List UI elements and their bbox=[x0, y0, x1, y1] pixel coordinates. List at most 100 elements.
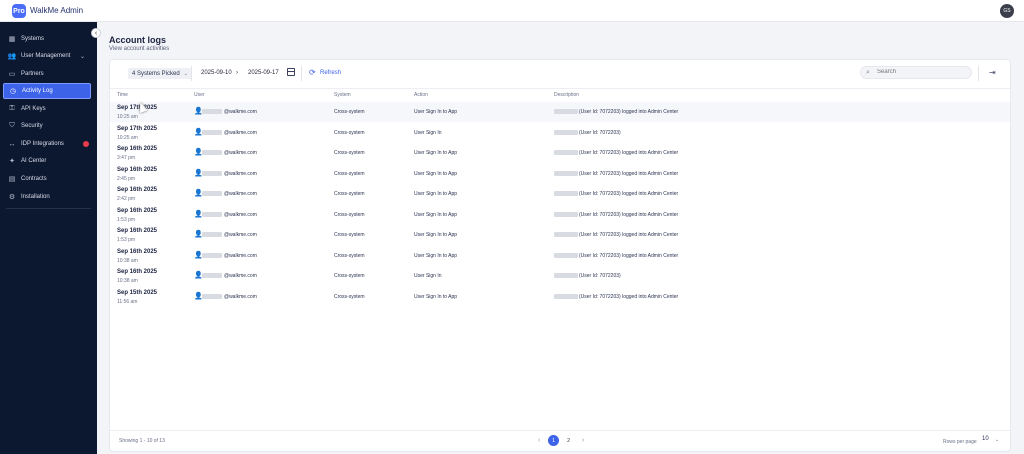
table-row[interactable]: Sep 16th 2025 1:53 pm 👤 @walkme.com Cross-sy… bbox=[110, 205, 1010, 225]
log-action: User Sign In bbox=[414, 129, 442, 136]
column-header-user[interactable]: User bbox=[194, 92, 205, 98]
sidebar-item-systems[interactable]: ▦ Systems bbox=[3, 31, 91, 47]
column-header-description[interactable]: Description bbox=[554, 92, 579, 98]
sidebar-item-label: Partners bbox=[21, 71, 44, 77]
log-system: Cross-system bbox=[334, 232, 365, 238]
refresh-button[interactable]: Refresh bbox=[320, 70, 341, 76]
sidebar-item-security[interactable]: ⛉ Security bbox=[3, 118, 91, 134]
column-header-action[interactable]: Action bbox=[414, 92, 428, 98]
top-bar: Pro WalkMe Admin GS bbox=[0, 0, 1024, 22]
log-user: @walkme.com bbox=[224, 170, 257, 177]
table-row[interactable]: Sep 17th 2025 10:25 am 👤 @walkme.com Cross-s… bbox=[110, 102, 1010, 122]
redacted-username bbox=[202, 273, 222, 278]
log-description: (User Id: 7072203) logged into Admin Cen… bbox=[579, 170, 679, 177]
log-user: @walkme.com bbox=[224, 150, 257, 156]
log-system: Cross-system bbox=[334, 109, 365, 115]
sidebar: ▦ Systems 👥 User Management ⌄ ▭ Partners ◷ Activ… bbox=[0, 22, 97, 454]
table-row[interactable]: Sep 17th 2025 10:25 am 👤 @walkme.com Cross-s… bbox=[110, 123, 1010, 143]
log-date: Sep 16th 2025 bbox=[117, 269, 158, 275]
walkme-logo-icon[interactable]: Pro bbox=[12, 4, 26, 18]
sidebar-item-contracts[interactable]: ▤ Contracts bbox=[3, 171, 91, 187]
log-user: @walkme.com bbox=[224, 252, 257, 259]
security-icon: ⛉ bbox=[9, 122, 15, 129]
rows-per-page-select[interactable]: 10 bbox=[982, 436, 989, 442]
log-time: 10:38 am bbox=[117, 257, 138, 264]
table-row[interactable]: Sep 16th 2025 10:38 am 👤 @walkme.com Cross-s… bbox=[110, 266, 1010, 286]
table-row[interactable]: Sep 16th 2025 2:42 pm 👤 @walkme.com Cross-sy… bbox=[110, 184, 1010, 204]
log-description: (User Id: 7072203) logged into Admin Cen… bbox=[579, 293, 679, 300]
page-button-2[interactable]: 2 bbox=[563, 435, 574, 446]
chevron-left-icon[interactable]: ‹ bbox=[538, 437, 540, 444]
redacted-name bbox=[554, 150, 578, 155]
redacted-username bbox=[202, 129, 222, 135]
search-box[interactable]: ⌕ bbox=[860, 66, 972, 79]
sidebar-item-user-management[interactable]: 👥 User Management ⌄ bbox=[3, 48, 91, 64]
log-action: User Sign In to App bbox=[414, 109, 458, 115]
sidebar-item-api-keys[interactable]: ⚿ API Keys bbox=[3, 101, 91, 117]
log-description: (User Id: 7072203) logged into Admin Cen… bbox=[579, 191, 679, 197]
log-action: User Sign In to App bbox=[414, 293, 458, 300]
divider bbox=[110, 88, 1010, 89]
page-button-1[interactable]: 1 bbox=[548, 435, 559, 446]
redacted-name bbox=[554, 211, 578, 217]
export-icon[interactable]: ⇥ bbox=[989, 68, 996, 77]
sidebar-item-installation[interactable]: ⚙ Installation bbox=[3, 189, 91, 205]
log-time: 10:25 am bbox=[117, 114, 138, 120]
divider bbox=[978, 66, 979, 81]
log-time: 10:25 am bbox=[117, 134, 138, 141]
notification-badge bbox=[83, 141, 89, 147]
table-row[interactable]: Sep 16th 2025 1:53 pm 👤 @walkme.com Cross-sy… bbox=[110, 225, 1010, 245]
page-subtitle: View account activities bbox=[109, 46, 170, 52]
log-system: Cross-system bbox=[334, 170, 365, 177]
sidebar-item-activity-log[interactable]: ◷ Activity Log bbox=[3, 83, 91, 99]
avatar[interactable]: GS bbox=[1000, 4, 1014, 18]
chevron-down-icon[interactable]: ⌄ bbox=[80, 53, 85, 60]
redacted-name bbox=[554, 232, 578, 237]
log-time: 10:38 am bbox=[117, 278, 138, 284]
chevron-right-icon[interactable]: › bbox=[582, 437, 584, 444]
sidebar-item-label: Security bbox=[21, 123, 43, 129]
divider bbox=[301, 66, 302, 81]
sidebar-item-label: Activity Log bbox=[22, 88, 53, 94]
column-header-system[interactable]: System bbox=[334, 92, 351, 98]
table-row[interactable]: Sep 16th 2025 2:45 pm 👤 @walkme.com Cross-sy… bbox=[110, 164, 1010, 184]
page-title: Account logs bbox=[109, 35, 167, 45]
sidebar-item-partners[interactable]: ▭ Partners bbox=[3, 66, 91, 82]
date-to-field[interactable]: 2025-09-17 bbox=[248, 70, 279, 76]
calendar-icon[interactable] bbox=[287, 68, 295, 76]
log-time: 1:53 pm bbox=[117, 216, 136, 223]
log-description: (User Id: 7072203) logged into Admin Cen… bbox=[579, 232, 679, 238]
sidebar-item-label: IDP Integrations bbox=[21, 141, 64, 147]
column-header-time[interactable]: Time bbox=[117, 92, 128, 98]
table-row[interactable]: Sep 16th 2025 10:38 am 👤 @walkme.com Cross-s… bbox=[110, 246, 1010, 266]
table-row[interactable]: Sep 16th 2025 3:47 pm 👤 @walkme.com Cross-sy… bbox=[110, 143, 1010, 163]
app-title: WalkMe Admin bbox=[30, 6, 84, 15]
chevron-down-icon[interactable]: ⌄ bbox=[995, 437, 999, 443]
log-system: Cross-system bbox=[334, 211, 365, 218]
log-date: Sep 17th 2025 bbox=[117, 125, 158, 132]
log-description: (User Id: 7072203) bbox=[579, 273, 621, 279]
log-date: Sep 16th 2025 bbox=[117, 248, 158, 255]
redacted-username bbox=[202, 211, 222, 217]
idp-icon: ↔ bbox=[8, 140, 16, 148]
log-user: @walkme.com bbox=[224, 109, 257, 115]
log-action: User Sign In to App bbox=[414, 252, 458, 259]
date-from-field[interactable]: 2025-09-10 bbox=[201, 70, 232, 76]
sidebar-item-ai-center[interactable]: ✦ AI Center bbox=[3, 153, 91, 169]
api-keys-icon: ⚿ bbox=[9, 105, 15, 112]
divider bbox=[191, 66, 192, 81]
sidebar-item-idp-integrations[interactable]: ↔ IDP Integrations bbox=[3, 136, 91, 152]
redacted-name bbox=[554, 252, 578, 258]
log-user: @walkme.com bbox=[224, 293, 257, 300]
table-row[interactable]: Sep 15th 2025 11:56 am 👤 @walkme.com Cross-s… bbox=[110, 287, 1010, 307]
log-date: Sep 16th 2025 bbox=[117, 146, 158, 152]
search-input[interactable] bbox=[877, 69, 967, 75]
refresh-icon[interactable]: ⟳ bbox=[309, 68, 316, 77]
log-action: User Sign In to App bbox=[414, 170, 458, 177]
systems-filter-dropdown[interactable]: 4 Systems Picked ⌄ bbox=[128, 68, 192, 79]
log-system: Cross-system bbox=[334, 129, 365, 136]
redacted-name bbox=[554, 273, 578, 278]
systems-filter-label: 4 Systems Picked bbox=[132, 70, 180, 77]
chevron-left-icon[interactable]: ‹ bbox=[91, 28, 101, 38]
log-action: User Sign In to App bbox=[414, 191, 458, 197]
